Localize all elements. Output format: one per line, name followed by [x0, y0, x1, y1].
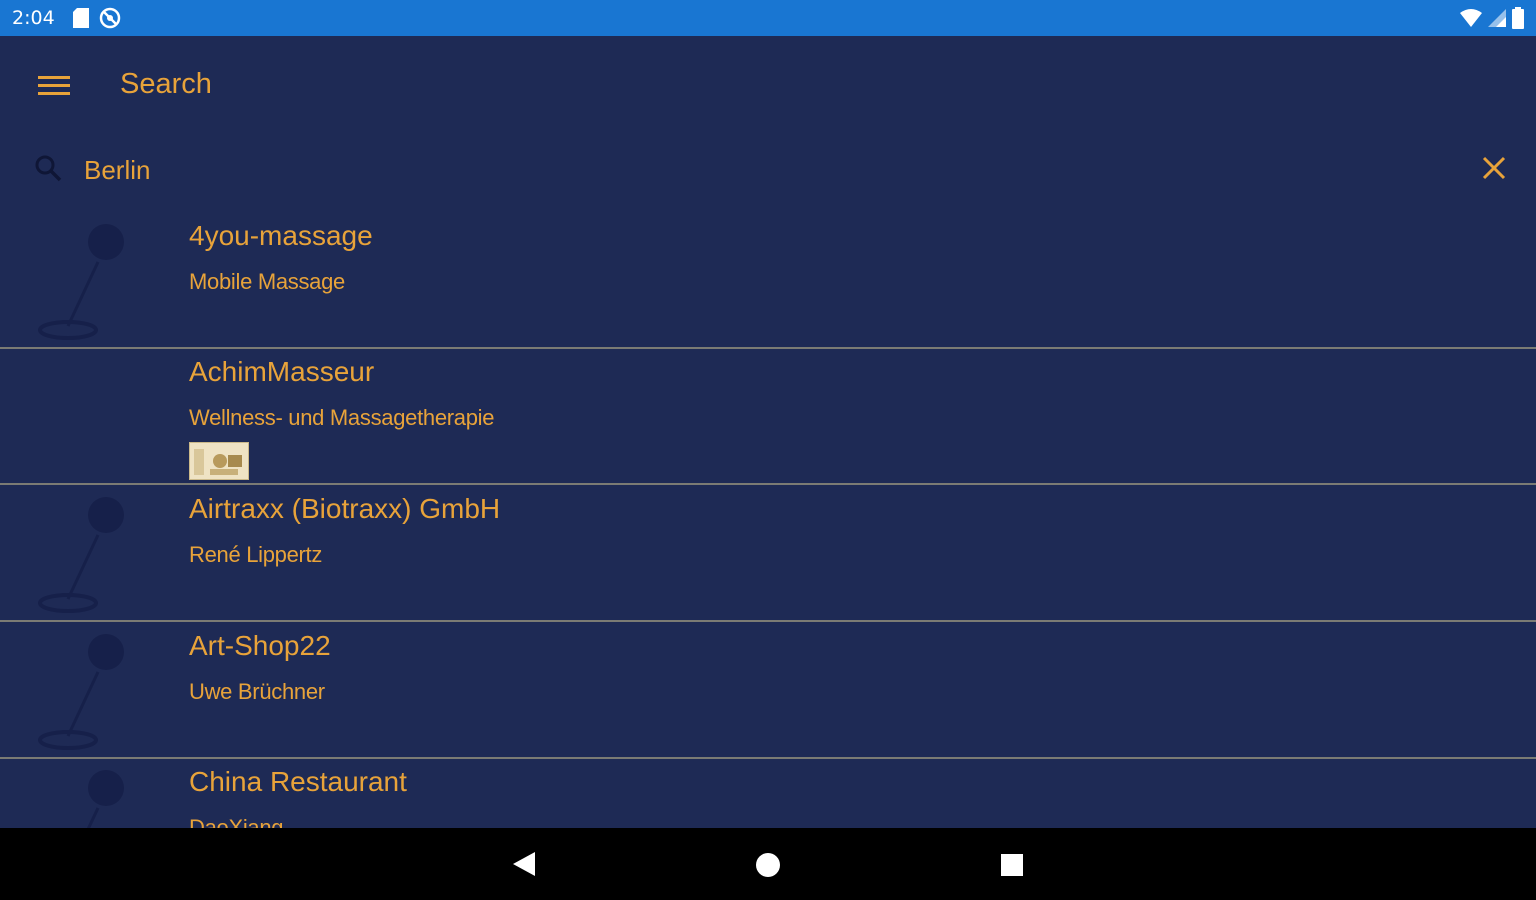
list-item[interactable]: 4you-massage Mobile Massage	[0, 212, 1536, 349]
list-item[interactable]: Art-Shop22 Uwe Brüchner	[0, 622, 1536, 759]
hamburger-menu-icon[interactable]	[38, 74, 70, 98]
pin-icon	[34, 768, 144, 828]
status-icons-right	[1460, 7, 1524, 29]
close-icon[interactable]	[1480, 154, 1510, 184]
status-bar: 2:04	[0, 0, 1536, 36]
list-item[interactable]: AchimMasseur Wellness- und Massagetherap…	[0, 348, 1536, 485]
result-subtitle: Wellness- und Massagetherapie	[189, 405, 495, 430]
result-subtitle: Uwe Brüchner	[189, 679, 325, 704]
search-bar	[0, 140, 1536, 200]
recents-icon[interactable]	[1000, 853, 1024, 882]
search-icon	[34, 154, 62, 187]
result-title: Art-Shop22	[189, 630, 331, 661]
pin-icon	[34, 222, 144, 344]
signal-icon	[1488, 9, 1506, 27]
business-photo	[189, 442, 249, 480]
no-data-icon	[99, 7, 121, 29]
status-time: 2:04	[12, 7, 55, 29]
sd-card-icon	[72, 8, 89, 28]
search-input[interactable]	[84, 150, 1444, 190]
list-item[interactable]: China Restaurant DaoXiang	[0, 758, 1536, 828]
result-title: Airtraxx (Biotraxx) GmbH	[189, 493, 501, 524]
result-title: China Restaurant	[189, 766, 407, 797]
back-icon[interactable]	[511, 850, 537, 883]
result-subtitle: Mobile Massage	[189, 269, 345, 294]
wifi-icon	[1460, 9, 1482, 27]
result-subtitle: René Lippertz	[189, 542, 323, 567]
battery-icon	[1512, 7, 1524, 29]
results-list: 4you-massage Mobile Massage AchimMasseur…	[0, 212, 1536, 828]
pin-icon	[34, 495, 144, 617]
page-title: Search	[120, 68, 212, 100]
result-title: 4you-massage	[189, 220, 373, 251]
status-icons-left	[72, 7, 121, 29]
result-subtitle: DaoXiang	[189, 815, 284, 828]
result-title: AchimMasseur	[189, 356, 375, 387]
pin-icon	[34, 632, 144, 754]
navigation-bar	[0, 828, 1536, 900]
home-icon[interactable]	[755, 852, 781, 883]
list-item[interactable]: Airtraxx (Biotraxx) GmbH René Lippertz	[0, 485, 1536, 622]
app-bar: Search	[0, 36, 1536, 136]
